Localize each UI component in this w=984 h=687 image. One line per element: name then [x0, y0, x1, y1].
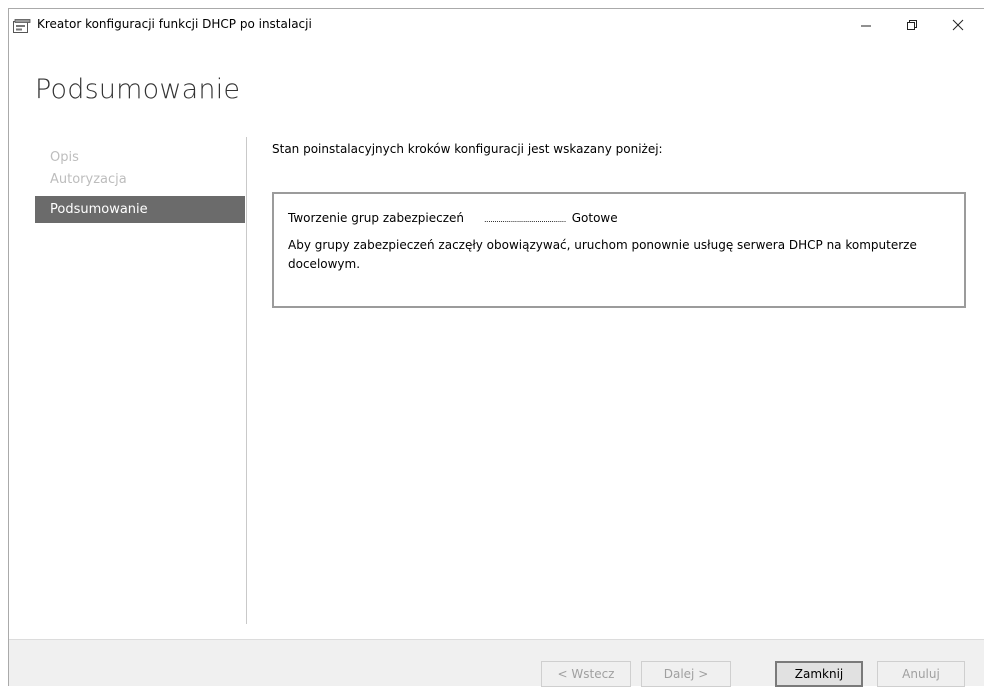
window-title: Kreator konfiguracji funkcji DHCP po ins…: [37, 17, 312, 31]
page-title: Podsumowanie: [35, 74, 241, 105]
minimize-icon: [861, 25, 871, 27]
nav-item-opis[interactable]: Opis: [35, 147, 245, 169]
nav-divider: [246, 137, 247, 624]
close-icon: [952, 19, 964, 31]
nav-item-autoryzacja[interactable]: Autoryzacja: [35, 169, 245, 191]
close-button[interactable]: Zamknij: [775, 661, 863, 687]
task-row: Tworzenie grup zabezpieczeń.............…: [288, 211, 618, 225]
restore-icon: [907, 20, 917, 30]
nav-item-podsumowanie[interactable]: Podsumowanie: [35, 196, 245, 223]
title-bar: Kreator konfiguracji funkcji DHCP po ins…: [9, 9, 984, 41]
back-button[interactable]: < Wstecz: [541, 661, 631, 687]
server-manager-icon: [13, 18, 31, 33]
footer-bar: < Wstecz Dalej > Zamknij Anuluj: [9, 639, 984, 687]
wizard-window: Kreator konfiguracji funkcji DHCP po ins…: [8, 8, 984, 687]
results-box: Tworzenie grup zabezpieczeń.............…: [272, 192, 966, 308]
task-name: Tworzenie grup zabezpieczeń: [288, 211, 465, 225]
wizard-steps-nav: Opis Autoryzacja Podsumowanie: [35, 147, 245, 223]
task-dots: ........................................: [484, 215, 566, 224]
task-message: Aby grupy zabezpieczeń zaczęły obowiązyw…: [288, 238, 917, 271]
task-status: Gotowe: [571, 211, 618, 225]
cancel-button[interactable]: Anuluj: [877, 661, 965, 687]
next-button[interactable]: Dalej >: [641, 661, 731, 687]
restore-button[interactable]: [889, 9, 935, 41]
status-label: Stan poinstalacyjnych kroków konfiguracj…: [272, 142, 663, 156]
minimize-button[interactable]: [843, 9, 889, 41]
close-window-button[interactable]: [935, 9, 981, 41]
